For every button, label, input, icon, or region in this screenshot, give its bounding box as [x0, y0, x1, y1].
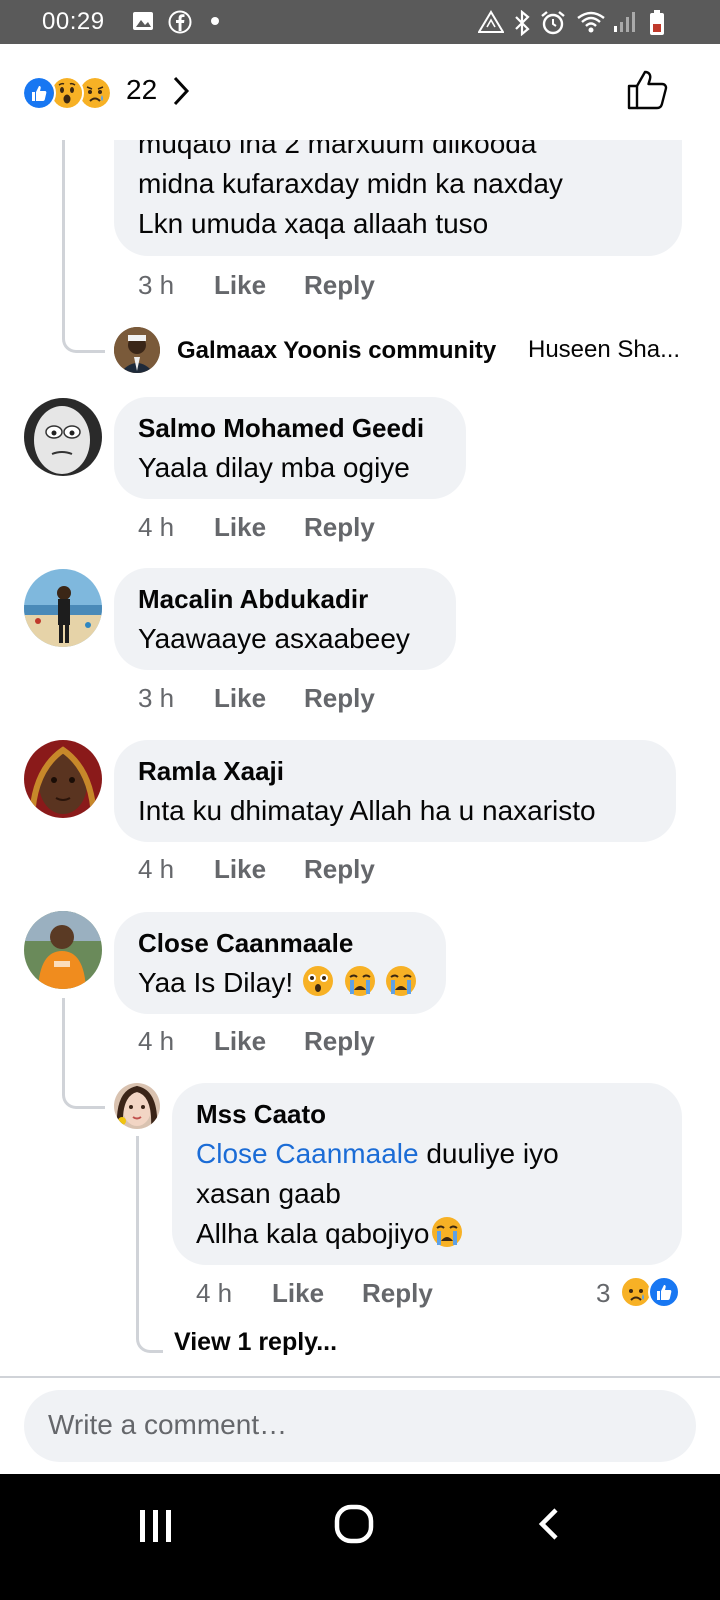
- reaction-count[interactable]: 22: [126, 74, 157, 106]
- comment-time: 3 h: [138, 683, 175, 713]
- crying-emoji-icon: [431, 1217, 462, 1247]
- like-reaction-icon: [648, 1276, 680, 1308]
- battery-icon: [650, 10, 664, 35]
- comment-bubble[interactable]: Close Caanmaale Yaa Is Dilay!: [114, 912, 446, 1014]
- comment-author[interactable]: Salmo Mohamed Geedi: [138, 413, 424, 444]
- comment-reaction-count: 3: [596, 1278, 611, 1308]
- comment-text-line: Lkn umuda xaqa allaah tuso: [138, 208, 489, 239]
- comment-bubble[interactable]: Mss Caato Close Caanmaale duuliye iyo xa…: [172, 1083, 682, 1265]
- thread-connector-curve: [62, 1076, 105, 1109]
- alarm-icon: [541, 11, 565, 35]
- comment-author[interactable]: Macalin Abdukadir: [138, 584, 368, 615]
- comment-time: 4 h: [196, 1278, 233, 1308]
- comment-text-content: Allha kala qabojiyo: [196, 1218, 430, 1249]
- astonished-emoji-icon: [302, 966, 333, 996]
- comments-list[interactable]: muqato ina 2 marxuum dilkooda midna kufa…: [0, 140, 720, 1376]
- comment-author[interactable]: Ramla Xaaji: [138, 756, 284, 787]
- comment-text: Yaa Is Dilay!: [138, 963, 418, 1003]
- like-link[interactable]: Like: [214, 1026, 266, 1057]
- thread-connector-curve: [136, 1320, 163, 1353]
- like-button-icon[interactable]: [626, 68, 670, 112]
- avatar[interactable]: [114, 1083, 160, 1129]
- signal-icon: [614, 12, 635, 32]
- view-replies-link[interactable]: View 1 reply...: [174, 1328, 337, 1357]
- recent-apps-icon[interactable]: [138, 1508, 174, 1544]
- wifi-icon: [577, 11, 605, 33]
- comment-text-line: midna kufaraxday midn ka naxday: [138, 168, 563, 199]
- like-link[interactable]: Like: [214, 512, 266, 543]
- status-bar: 00:29: [0, 0, 720, 44]
- comment-text-line: Allha kala qabojiyo: [196, 1214, 464, 1254]
- like-link[interactable]: Like: [214, 270, 266, 301]
- comment-text-line: muqato ina 2 marxuum dilkooda: [138, 140, 537, 159]
- comment-time: 4 h: [138, 1026, 175, 1056]
- home-icon[interactable]: [334, 1504, 374, 1544]
- reply-preview-author[interactable]: Galmaax Yoonis community: [177, 337, 496, 365]
- like-link[interactable]: Like: [214, 854, 266, 885]
- comment-composer[interactable]: Write a comment…: [24, 1390, 696, 1462]
- back-icon[interactable]: [536, 1506, 564, 1542]
- comment-text-content: duuliye iyo: [418, 1138, 559, 1169]
- thread-connector-curve: [62, 320, 105, 353]
- crying-emoji-icon: [344, 966, 375, 996]
- reply-preview-snippet[interactable]: Huseen Sha...: [528, 330, 680, 370]
- gallery-notification-icon: [133, 12, 153, 30]
- reply-link[interactable]: Reply: [304, 512, 375, 543]
- comment-time: 3 h: [138, 270, 175, 300]
- comment-bubble[interactable]: muqato ina 2 marxuum dilkooda midna kufa…: [114, 140, 682, 256]
- facebook-notification-icon: [168, 10, 192, 34]
- comment-bubble[interactable]: Salmo Mohamed Geedi Yaala dilay mba ogiy…: [114, 397, 466, 499]
- like-link[interactable]: Like: [214, 683, 266, 714]
- thread-connector: [62, 140, 65, 336]
- reply-link[interactable]: Reply: [304, 854, 375, 885]
- system-navigation-bar: [0, 1474, 720, 1600]
- avatar[interactable]: [24, 398, 102, 476]
- reply-link[interactable]: Reply: [362, 1278, 433, 1309]
- reply-link[interactable]: Reply: [304, 270, 375, 301]
- comment-text-line: xasan gaab: [196, 1178, 341, 1209]
- comment-text: Yaawaaye asxaabeey: [138, 623, 410, 654]
- comment-text-content: Yaa Is Dilay!: [138, 967, 294, 998]
- divider: [0, 1376, 720, 1378]
- reply-link[interactable]: Reply: [304, 683, 375, 714]
- like-link[interactable]: Like: [272, 1278, 324, 1309]
- mention-link[interactable]: Close Caanmaale: [196, 1138, 419, 1169]
- comment-input-placeholder[interactable]: Write a comment…: [48, 1409, 287, 1441]
- comment-text: Inta ku dhimatay Allah ha u naxaristo: [138, 795, 596, 826]
- data-saver-icon: [478, 10, 504, 33]
- crying-emoji-icon: [386, 966, 417, 996]
- comment-text: Yaala dilay mba ogiye: [138, 452, 410, 483]
- comment-time: 4 h: [138, 512, 175, 542]
- avatar[interactable]: [24, 569, 102, 647]
- comment-bubble[interactable]: Ramla Xaaji Inta ku dhimatay Allah ha u …: [114, 740, 676, 842]
- reactions-header: 22: [0, 44, 720, 140]
- chevron-right-icon[interactable]: [170, 74, 192, 108]
- comment-author[interactable]: Close Caanmaale: [138, 928, 353, 959]
- more-notifications-dot-icon: [211, 17, 219, 25]
- bluetooth-icon: [515, 10, 530, 36]
- comment-bubble[interactable]: Macalin Abdukadir Yaawaaye asxaabeey: [114, 568, 456, 670]
- avatar[interactable]: [114, 327, 160, 373]
- comment-time: 4 h: [138, 854, 175, 884]
- comment-author[interactable]: Mss Caato: [196, 1099, 326, 1130]
- avatar[interactable]: [24, 911, 102, 989]
- status-time: 00:29: [42, 8, 105, 35]
- comment-text-line: Close Caanmaale duuliye iyo: [196, 1134, 559, 1174]
- thread-connector: [136, 1136, 139, 1324]
- like-reaction-icon: [22, 76, 56, 110]
- avatar[interactable]: [24, 740, 102, 818]
- reply-link[interactable]: Reply: [304, 1026, 375, 1057]
